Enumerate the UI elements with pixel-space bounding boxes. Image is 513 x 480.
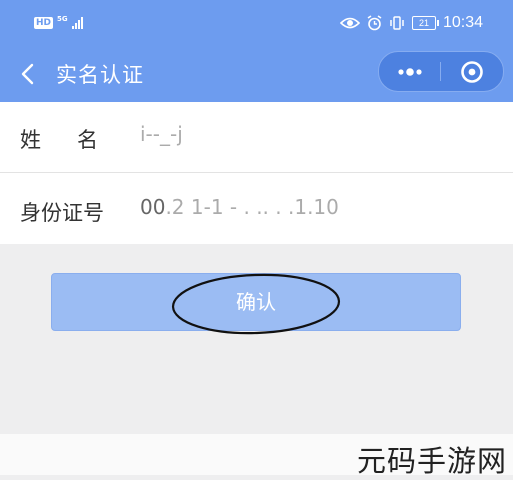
id-number-label: 身份证号: [20, 201, 104, 225]
network-type-label: 5G: [57, 15, 68, 23]
name-blur-mask: [140, 118, 220, 150]
page-title: 实名认证: [56, 63, 144, 87]
eye-icon: [339, 17, 360, 29]
close-target-icon: [461, 61, 483, 83]
name-label: 姓名: [20, 128, 134, 152]
more-button[interactable]: [379, 52, 440, 91]
status-left: HD 5G: [34, 15, 83, 31]
confirm-button[interactable]: 确认: [51, 273, 461, 331]
miniprogram-capsule: [378, 51, 504, 92]
back-arrow-icon: [21, 63, 34, 85]
name-row: 姓名: [0, 102, 513, 173]
status-bar: HD 5G 21 10:34: [0, 0, 513, 46]
signal-icon: [71, 17, 83, 29]
vibrate-icon: [390, 16, 404, 30]
status-time: 10:34: [442, 14, 483, 31]
hd-badge: HD: [34, 17, 54, 29]
close-button[interactable]: [441, 52, 502, 91]
status-right: 21 10:34: [339, 13, 483, 33]
more-dots-icon: [398, 68, 422, 76]
alarm-icon: [367, 15, 382, 31]
id-blur-mask: [165, 193, 365, 225]
back-button[interactable]: [16, 60, 42, 88]
watermark: 元码手游网: [356, 444, 507, 478]
nav-bar: 实名认证: [0, 46, 513, 102]
id-number-row: 身份证号: [0, 173, 513, 244]
battery-icon: 21: [411, 16, 439, 30]
